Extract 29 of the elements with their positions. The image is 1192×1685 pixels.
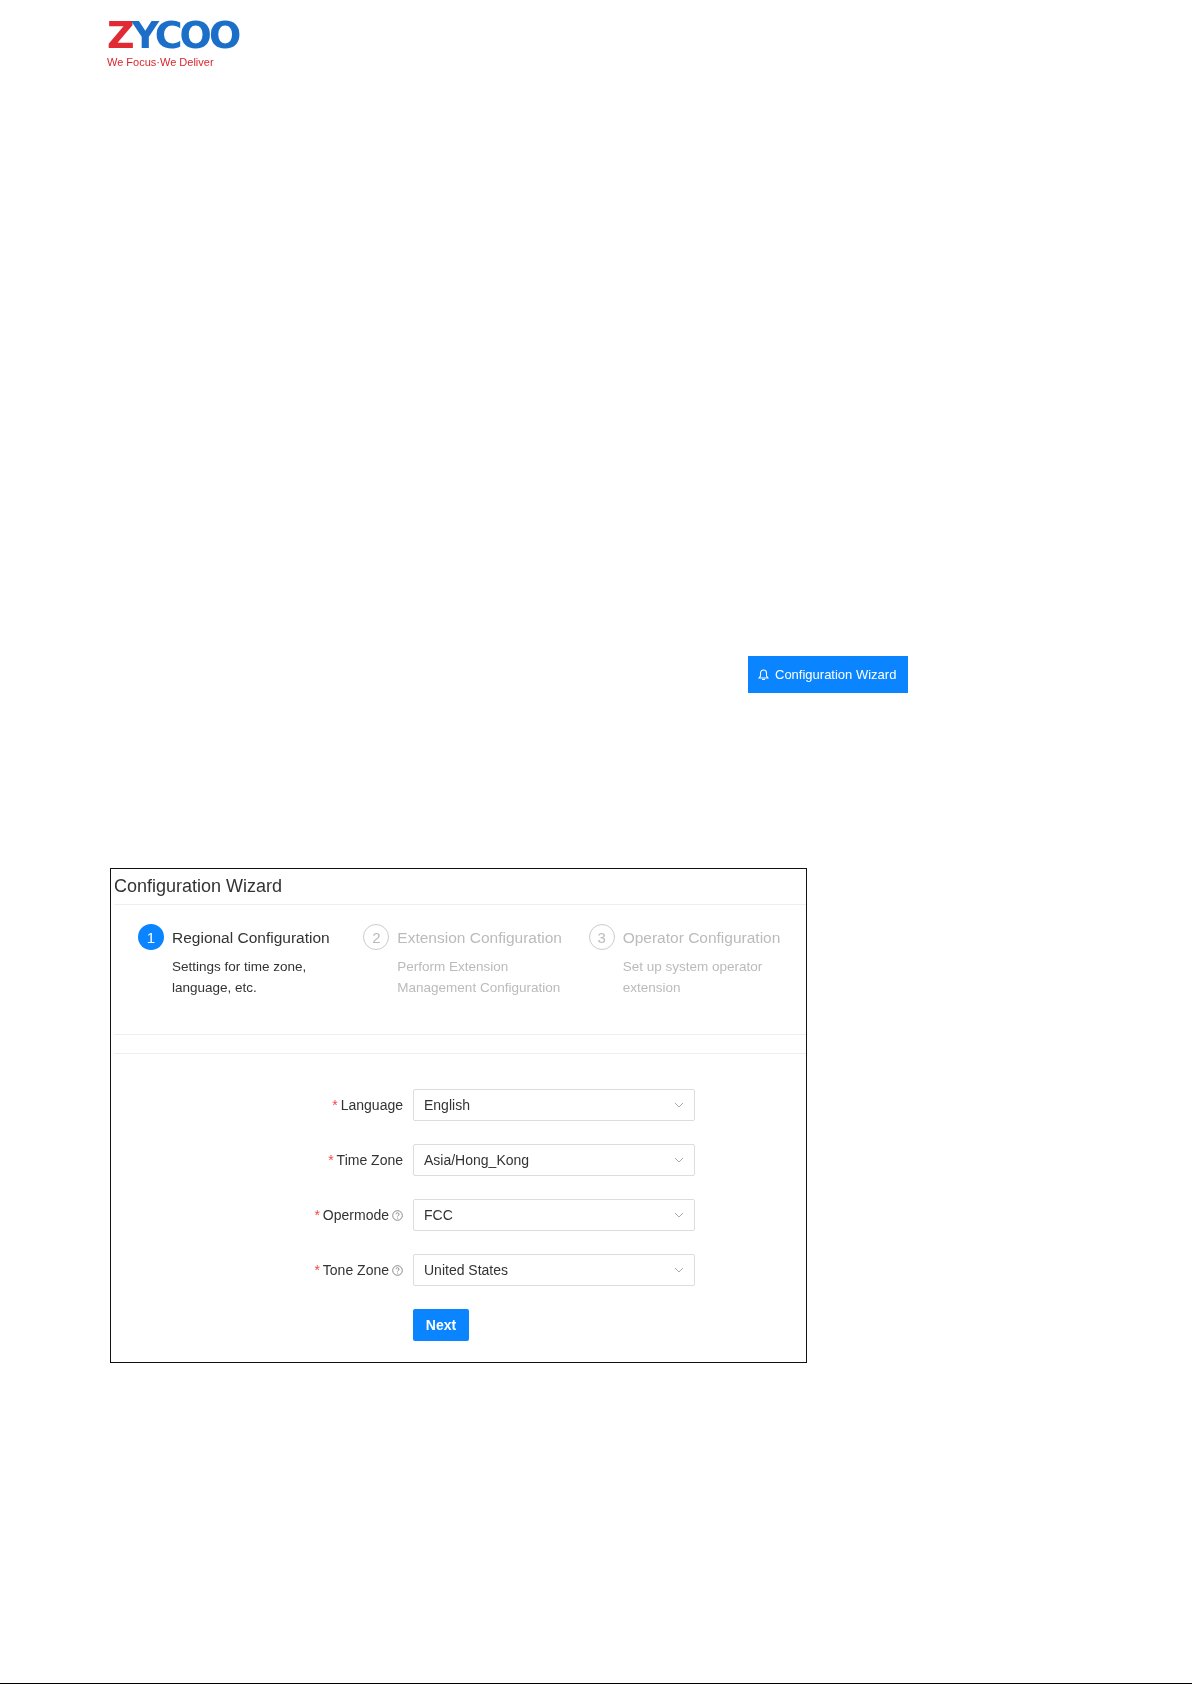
select-field[interactable]: English <box>413 1089 695 1121</box>
chevron-down-icon <box>674 1157 684 1163</box>
configuration-wizard-button[interactable]: Configuration Wizard <box>748 656 908 693</box>
step-description: Settings for time zone, language, etc. <box>172 958 308 997</box>
field-label: Language <box>340 1097 403 1113</box>
field-label: Time Zone <box>336 1152 403 1168</box>
bell-icon <box>758 668 769 681</box>
step-number: 1 <box>138 924 164 950</box>
chevron-down-icon <box>674 1267 684 1273</box>
logo-tagline: We Focus·We Deliver <box>107 55 214 69</box>
required-marker: * <box>328 1152 334 1168</box>
select-field[interactable]: FCC <box>413 1199 695 1231</box>
select-field[interactable]: Asia/Hong_Kong <box>413 1144 695 1176</box>
required-marker: * <box>314 1207 320 1223</box>
required-marker: * <box>314 1262 320 1278</box>
next-button[interactable]: Next <box>413 1309 469 1341</box>
step-description: Perform Extension Management Configuration <box>397 958 562 997</box>
chevron-down-icon <box>674 1102 684 1108</box>
select-field[interactable]: United States <box>413 1254 695 1286</box>
step-title: Operator Configuration <box>622 928 782 948</box>
step-description: Set up system operator extension <box>622 958 764 997</box>
required-marker: * <box>332 1097 338 1113</box>
field-label: Opermode <box>322 1207 389 1223</box>
step-title: Regional Configuration <box>172 928 331 948</box>
field-label: Tone Zone <box>322 1262 389 1278</box>
dialog-title: Configuration Wizard <box>113 875 284 898</box>
step-title: Extension Configuration <box>397 928 563 948</box>
logo-wordmark: ZYCOO <box>107 18 240 52</box>
chevron-down-icon <box>674 1212 684 1218</box>
